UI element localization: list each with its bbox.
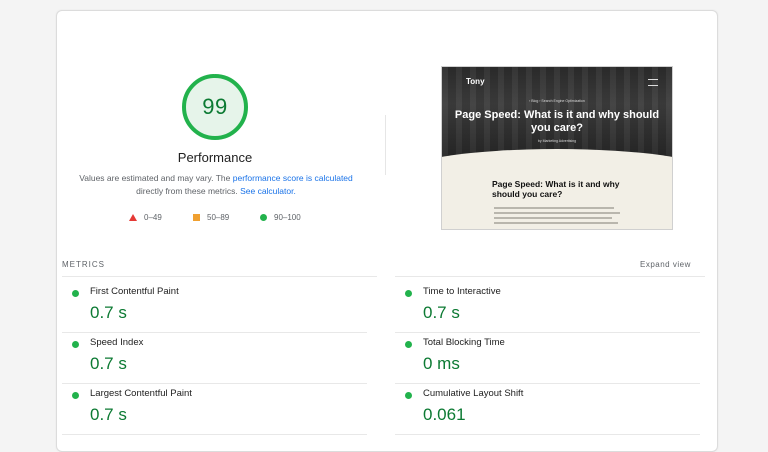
- metrics-divider-right: [395, 276, 705, 277]
- screenshot-logo: Tony: [466, 77, 485, 86]
- score-description: Values are estimated and may vary. The p…: [76, 172, 356, 198]
- page-screenshot[interactable]: Tony › Blog › Search Engine Optimization…: [441, 66, 673, 230]
- screenshot-body-title: Page Speed: What is it and why should yo…: [492, 179, 620, 199]
- pass-circle-icon: [72, 341, 79, 348]
- summary-divider: [385, 115, 386, 175]
- text-line: [494, 217, 612, 219]
- legend-pass: 90–100: [260, 213, 301, 222]
- screenshot-hero-title: Page Speed: What is it and why should yo…: [454, 109, 660, 134]
- pass-circle-icon: [405, 290, 412, 297]
- pass-circle-icon: [72, 392, 79, 399]
- square-icon: [193, 214, 200, 221]
- metric-total-blocking-time: Total Blocking Time 0 ms: [395, 334, 700, 384]
- metrics-divider-left: [62, 276, 377, 277]
- metric-time-to-interactive: Time to Interactive 0.7 s: [395, 283, 700, 333]
- metric-name: Speed Index: [90, 337, 144, 348]
- legend-pass-label: 90–100: [274, 213, 301, 222]
- metric-name: Largest Contentful Paint: [90, 388, 192, 399]
- legend-fail-label: 0–49: [144, 213, 162, 222]
- pass-circle-icon: [72, 290, 79, 297]
- legend-average-label: 50–89: [207, 213, 230, 222]
- circle-icon: [260, 214, 267, 221]
- see-calculator-link[interactable]: See calculator.: [240, 186, 296, 196]
- desc-text-1: Values are estimated and may vary. The: [79, 173, 233, 183]
- pass-circle-icon: [405, 341, 412, 348]
- screenshot-hero: Tony › Blog › Search Engine Optimization…: [442, 67, 672, 159]
- performance-score: 99: [202, 94, 228, 119]
- metric-first-contentful-paint: First Contentful Paint 0.7 s: [62, 283, 367, 333]
- performance-title: Performance: [177, 150, 253, 165]
- metric-divider: [62, 383, 367, 384]
- metric-value: 0.7 s: [90, 303, 127, 322]
- metric-divider: [395, 332, 700, 333]
- legend-fail: 0–49: [129, 213, 162, 222]
- menu-icon: [648, 79, 658, 86]
- score-calculated-link[interactable]: performance score is calculated: [233, 173, 353, 183]
- metric-value: 0.7 s: [423, 303, 460, 322]
- metric-divider: [62, 332, 367, 333]
- metric-cumulative-layout-shift: Cumulative Layout Shift 0.061: [395, 385, 700, 435]
- metric-name: First Contentful Paint: [90, 286, 179, 297]
- metric-name: Cumulative Layout Shift: [423, 388, 524, 399]
- performance-gauge: 99: [181, 73, 249, 141]
- metric-value: 0.7 s: [90, 354, 127, 373]
- text-line: [494, 212, 620, 214]
- metric-value: 0.7 s: [90, 405, 127, 424]
- screenshot-breadcrumb: › Blog › Search Engine Optimization: [529, 99, 585, 103]
- desc-text-2: directly from these metrics.: [136, 186, 241, 196]
- metric-divider: [395, 383, 700, 384]
- metric-largest-contentful-paint: Largest Contentful Paint 0.7 s: [62, 385, 367, 435]
- pass-circle-icon: [405, 392, 412, 399]
- text-line: [494, 222, 618, 224]
- metric-value: 0.061: [423, 405, 466, 424]
- screenshot-author: by Marketing Advertising: [537, 139, 577, 143]
- score-legend: 0–49 50–89 90–100: [125, 213, 325, 225]
- text-line: [494, 207, 614, 209]
- metric-speed-index: Speed Index 0.7 s: [62, 334, 367, 384]
- metrics-header: METRICS: [62, 260, 105, 269]
- expand-view-toggle[interactable]: Expand view: [640, 260, 691, 269]
- legend-average: 50–89: [193, 213, 229, 222]
- screenshot-text-lines: [494, 207, 624, 227]
- triangle-icon: [129, 214, 137, 221]
- metric-name: Time to Interactive: [423, 286, 501, 297]
- metric-name: Total Blocking Time: [423, 337, 505, 348]
- metric-value: 0 ms: [423, 354, 460, 373]
